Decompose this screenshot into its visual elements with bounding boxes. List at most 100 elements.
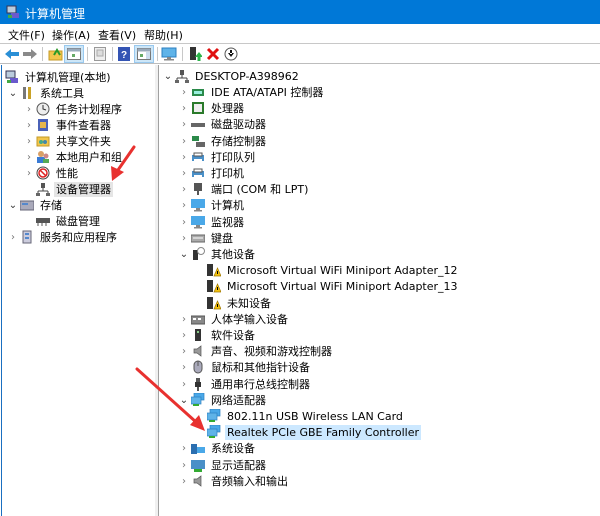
help-button[interactable]: ? [116, 46, 132, 62]
chevron-right-icon[interactable]: › [179, 473, 189, 489]
show-action-pane-button[interactable] [134, 45, 154, 63]
tree-item-label: 802.11n USB Wireless LAN Card [227, 409, 403, 423]
up-folder-button[interactable] [48, 46, 64, 62]
tree-item-local-users[interactable]: › 本地用户和组 [24, 149, 124, 165]
chevron-right-icon[interactable]: › [24, 165, 34, 181]
chevron-right-icon[interactable]: › [179, 84, 189, 100]
uninstall-device-button[interactable] [205, 46, 221, 62]
device-category[interactable]: › 计算机 [179, 197, 246, 213]
toolbar: ? [0, 44, 600, 64]
disk-drive-icon [191, 117, 205, 131]
chevron-right-icon[interactable]: › [179, 197, 189, 213]
device-category[interactable]: › 软件设备 [179, 327, 257, 343]
tree-item-performance[interactable]: › 性能 [24, 165, 80, 181]
tree-item-storage[interactable]: ⌄ 存储 [8, 197, 64, 213]
device-category[interactable]: ⌄ 其他设备 [179, 246, 257, 262]
toolbar-separator [157, 47, 158, 61]
device-item[interactable]: 未知设备 [207, 295, 273, 311]
chevron-right-icon[interactable]: › [179, 149, 189, 165]
tree-item-label: 键盘 [211, 231, 233, 245]
scan-hardware-button[interactable] [161, 46, 177, 62]
chevron-right-icon[interactable]: › [179, 343, 189, 359]
chevron-right-icon[interactable]: › [179, 440, 189, 456]
update-driver-icon [190, 47, 202, 61]
device-manager-icon [36, 182, 50, 196]
device-item[interactable]: 802.11n USB Wireless LAN Card [207, 408, 405, 424]
chevron-right-icon[interactable]: › [24, 101, 34, 117]
other-devices-icon [191, 247, 205, 261]
device-root[interactable]: ⌄ DESKTOP-A398962 [163, 68, 301, 84]
tree-item-device-manager[interactable]: 设备管理器 [36, 181, 113, 197]
chevron-right-icon[interactable]: › [24, 133, 34, 149]
device-category[interactable]: › 通用串行总线控制器 [179, 376, 312, 392]
device-category[interactable]: › 人体学输入设备 [179, 311, 290, 327]
chevron-right-icon[interactable]: › [8, 229, 18, 245]
chevron-right-icon[interactable]: › [179, 116, 189, 132]
device-category[interactable]: › 打印队列 [179, 149, 257, 165]
chevron-down-icon[interactable]: ⌄ [163, 68, 173, 84]
device-category[interactable]: › 磁盘驱动器 [179, 116, 268, 132]
device-category[interactable]: › 存储控制器 [179, 133, 268, 149]
disable-device-button[interactable] [223, 46, 239, 62]
tree-item-label: 监视器 [211, 215, 244, 229]
device-category[interactable]: › 鼠标和其他指针设备 [179, 359, 312, 375]
device-category[interactable]: ⌄ 网络适配器 [179, 392, 268, 408]
device-item[interactable]: Realtek PCIe GBE Family Controller [207, 424, 422, 440]
menu-file[interactable]: 文件(F) [8, 27, 45, 43]
chevron-right-icon[interactable]: › [179, 181, 189, 197]
device-category[interactable]: › 处理器 [179, 100, 246, 116]
device-category[interactable]: › 系统设备 [179, 440, 257, 456]
network-adapter-icon [207, 409, 221, 423]
chevron-right-icon[interactable]: › [179, 133, 189, 149]
tree-item-root[interactable]: 计算机管理(本地) [5, 69, 113, 85]
device-category[interactable]: › IDE ATA/ATAPI 控制器 [179, 84, 325, 100]
device-category[interactable]: › 音频输入和输出 [179, 473, 290, 489]
console-tree: 计算机管理(本地) ⌄ 系统工具 › 任务计划程序 › 事件查看器 › 共享文件… [1, 65, 156, 516]
tree-item-system-tools[interactable]: ⌄ 系统工具 [8, 85, 86, 101]
update-driver-button[interactable] [187, 46, 203, 62]
tree-item-label: 计算机 [211, 198, 244, 212]
device-item[interactable]: Microsoft Virtual WiFi Miniport Adapter_… [207, 278, 460, 294]
device-category[interactable]: › 显示适配器 [179, 457, 268, 473]
chevron-right-icon[interactable]: › [179, 359, 189, 375]
chevron-right-icon[interactable]: › [179, 230, 189, 246]
tree-item-task-scheduler[interactable]: › 任务计划程序 [24, 101, 124, 117]
tree-item-services-apps[interactable]: › 服务和应用程序 [8, 229, 119, 245]
chevron-down-icon[interactable]: ⌄ [8, 85, 18, 101]
device-category[interactable]: › 声音、视频和游戏控制器 [179, 343, 334, 359]
device-category[interactable]: › 键盘 [179, 230, 235, 246]
tree-item-label: 人体学输入设备 [211, 312, 288, 326]
device-category[interactable]: › 监视器 [179, 214, 246, 230]
properties-button[interactable] [92, 46, 108, 62]
chevron-right-icon[interactable]: › [179, 376, 189, 392]
tree-item-label: 事件查看器 [56, 118, 111, 132]
menu-view[interactable]: 查看(V) [98, 27, 136, 43]
tree-item-event-viewer[interactable]: › 事件查看器 [24, 117, 113, 133]
chevron-right-icon[interactable]: › [179, 311, 189, 327]
menu-action[interactable]: 操作(A) [52, 27, 90, 43]
chevron-down-icon[interactable]: ⌄ [179, 246, 189, 262]
chevron-down-icon[interactable]: ⌄ [8, 197, 18, 213]
show-hide-tree-button[interactable] [64, 45, 84, 63]
chevron-right-icon[interactable]: › [179, 165, 189, 181]
chevron-right-icon[interactable]: › [179, 100, 189, 116]
tree-item-disk-management[interactable]: 磁盘管理 [36, 213, 102, 229]
tree-item-shared-folders[interactable]: › 共享文件夹 [24, 133, 113, 149]
menu-help[interactable]: 帮助(H) [144, 27, 183, 43]
device-category[interactable]: › 端口 (COM 和 LPT) [179, 181, 310, 197]
chevron-right-icon[interactable]: › [179, 327, 189, 343]
chevron-down-icon[interactable]: ⌄ [179, 392, 189, 408]
device-category[interactable]: › 打印机 [179, 165, 246, 181]
chevron-right-icon[interactable]: › [179, 214, 189, 230]
chevron-right-icon[interactable]: › [24, 117, 34, 133]
chevron-right-icon[interactable]: › [24, 149, 34, 165]
tree-item-label: 设备管理器 [54, 181, 113, 197]
chevron-right-icon[interactable]: › [179, 457, 189, 473]
tree-item-label: IDE ATA/ATAPI 控制器 [211, 85, 324, 99]
forward-button[interactable] [22, 46, 38, 62]
device-item[interactable]: Microsoft Virtual WiFi Miniport Adapter_… [207, 262, 460, 278]
computer-network-icon [175, 69, 189, 83]
system-devices-icon [191, 441, 205, 455]
window-title: 计算机管理 [25, 7, 86, 21]
back-button[interactable] [4, 46, 20, 62]
